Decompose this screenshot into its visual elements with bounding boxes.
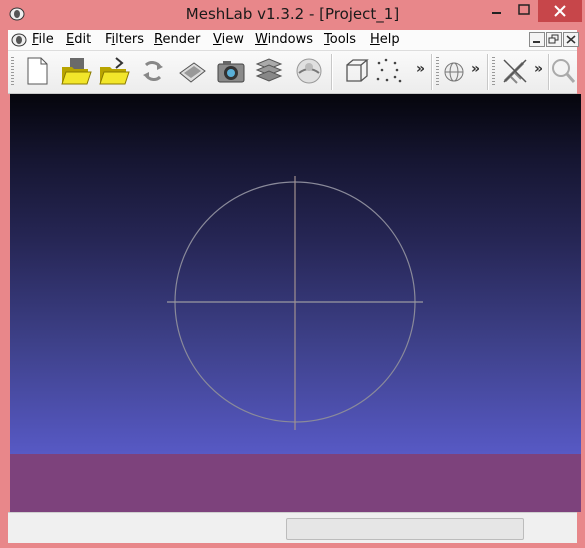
toolbar-separator: [487, 54, 489, 90]
import-mesh-button[interactable]: [98, 55, 130, 87]
toolbar-overflow-button[interactable]: »: [534, 61, 543, 77]
layers-icon: [255, 58, 283, 82]
mdi-restore-button[interactable]: [546, 32, 562, 47]
select-clear-icon: [503, 59, 527, 84]
zoom-button[interactable]: [549, 55, 581, 87]
close-button[interactable]: [538, 0, 582, 22]
restore-child-icon: [533, 41, 540, 43]
mdi-minimize-button[interactable]: [529, 32, 545, 47]
close-child-icon: [566, 35, 576, 44]
tile-child-icon: [548, 34, 559, 44]
toolbar-overflow-button[interactable]: »: [416, 61, 425, 77]
points-icon: [376, 58, 402, 83]
snapshot-camera-button[interactable]: [215, 55, 247, 87]
reload-button[interactable]: [137, 55, 169, 87]
open-project-button[interactable]: [60, 55, 92, 87]
3d-viewport[interactable]: [10, 94, 581, 512]
maximize-icon: [518, 4, 530, 15]
bounding-box-button[interactable]: [341, 55, 373, 87]
toolbar-separator: [431, 54, 433, 90]
select-clear-button[interactable]: [499, 55, 531, 87]
bounding-box-icon: [346, 59, 369, 82]
align-icon: [296, 58, 322, 84]
snapshot-camera-icon: [217, 61, 245, 83]
new-project-button[interactable]: [21, 55, 53, 87]
menu-filters[interactable]: Filters: [105, 32, 144, 47]
toolbar-grip[interactable]: [492, 57, 495, 87]
menu-file[interactable]: File: [32, 32, 54, 47]
menu-tools[interactable]: Tools: [324, 32, 356, 47]
menu-view[interactable]: View: [213, 32, 244, 47]
new-project-icon: [27, 57, 48, 85]
toolbar-overflow-button[interactable]: »: [471, 61, 480, 77]
minimize-icon: [492, 12, 501, 14]
status-bar: [8, 512, 577, 543]
toolbar-grip[interactable]: [11, 57, 14, 87]
document-icon: [11, 33, 27, 47]
menu-edit[interactable]: Edit: [66, 32, 91, 47]
zoom-icon: [552, 59, 576, 83]
sphere-light-button[interactable]: [440, 55, 472, 87]
menu-help[interactable]: Help: [370, 32, 400, 47]
menu-windows[interactable]: Windows: [255, 32, 313, 47]
save-snapshot-icon: [179, 62, 206, 83]
trackball-gizmo[interactable]: [10, 94, 581, 512]
toolbar-grip[interactable]: [436, 57, 439, 87]
save-snapshot-button[interactable]: [176, 55, 208, 87]
sphere-light-icon: [444, 62, 464, 82]
menu-bar: File Edit Filters Render View Windows To…: [8, 30, 579, 51]
main-toolbar: » » »: [8, 51, 577, 94]
open-project-icon: [61, 58, 92, 85]
progress-bar: [286, 518, 524, 540]
close-icon: [554, 5, 566, 17]
minimize-button[interactable]: [484, 0, 510, 22]
layers-button[interactable]: [253, 55, 285, 87]
points-button[interactable]: [373, 55, 405, 87]
title-bar: MeshLab v1.3.2 - [Project_1]: [0, 0, 585, 30]
mdi-close-button[interactable]: [563, 32, 579, 47]
toolbar-separator: [331, 54, 333, 90]
menu-render[interactable]: Render: [154, 32, 200, 47]
import-mesh-icon: [99, 57, 130, 85]
reload-icon: [143, 61, 163, 81]
maximize-button[interactable]: [510, 0, 538, 22]
align-button[interactable]: [293, 55, 325, 87]
